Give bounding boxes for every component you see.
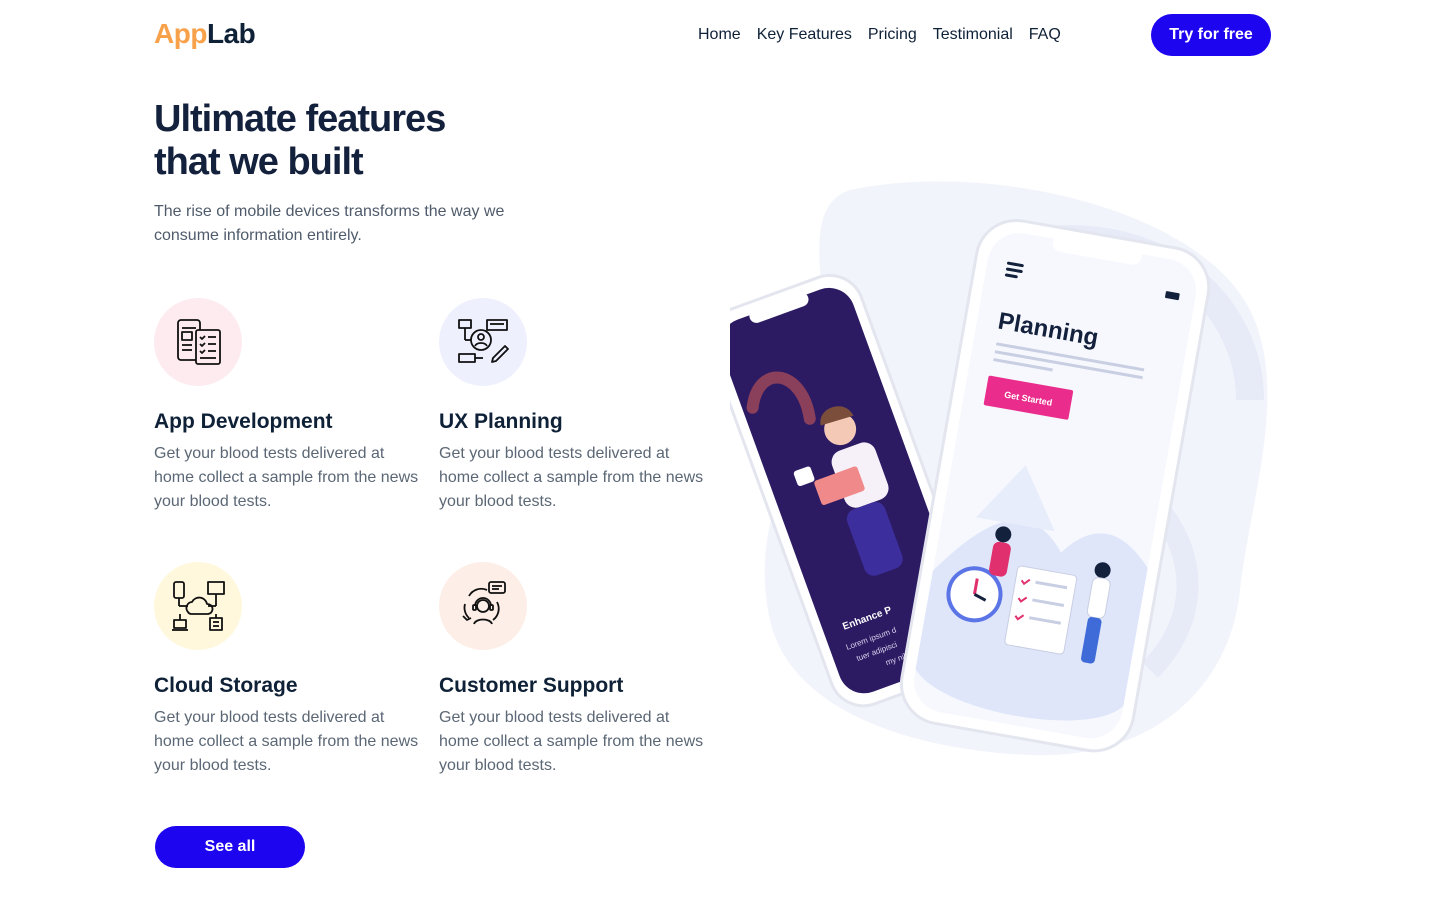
logo-part-app: App	[154, 18, 207, 49]
nav-testimonial[interactable]: Testimonial	[933, 25, 1013, 45]
see-all-button[interactable]: See all	[155, 826, 305, 868]
phones-illustration: Enhance P Lorem ipsum d tuer adipisci my…	[730, 181, 1268, 756]
feature-customer-support: Customer Support Get your blood tests de…	[439, 562, 709, 778]
title-line-1: Ultimate features	[154, 98, 446, 140]
nav-key-features[interactable]: Key Features	[757, 25, 852, 45]
feature-ux-planning: UX Planning Get your blood tests deliver…	[439, 298, 709, 514]
feature-app-development: App Development Get your blood tests del…	[154, 298, 424, 514]
logo-part-lab: Lab	[206, 18, 256, 49]
brand-logo[interactable]: AppLab	[154, 18, 256, 50]
feature-text: Get your blood tests delivered at home c…	[439, 445, 704, 510]
try-for-free-button[interactable]: Try for free	[1151, 14, 1271, 56]
feature-title: Customer Support	[439, 674, 624, 697]
feature-text: Get your blood tests delivered at home c…	[154, 709, 419, 774]
feature-title: UX Planning	[439, 410, 563, 433]
customer-support-icon	[439, 562, 527, 650]
nav-home[interactable]: Home	[698, 25, 741, 45]
feature-text: Get your blood tests delivered at home c…	[154, 445, 419, 510]
feature-text: Get your blood tests delivered at home c…	[439, 709, 704, 774]
title-line-2: that we built	[154, 141, 364, 183]
feature-cloud-storage: Cloud Storage Get your blood tests deliv…	[154, 562, 424, 778]
nav-pricing[interactable]: Pricing	[868, 25, 917, 45]
app-development-icon	[154, 298, 242, 386]
feature-title: Cloud Storage	[154, 674, 298, 697]
ux-planning-icon	[439, 298, 527, 386]
section-subtitle: The rise of mobile devices transforms th…	[154, 203, 505, 244]
cloud-storage-icon	[154, 562, 242, 650]
feature-title: App Development	[154, 410, 333, 433]
section-title: Ultimate features that we built	[154, 98, 574, 184]
main-nav: Home Key Features Pricing Testimonial FA…	[698, 25, 1061, 45]
nav-faq[interactable]: FAQ	[1029, 25, 1061, 45]
